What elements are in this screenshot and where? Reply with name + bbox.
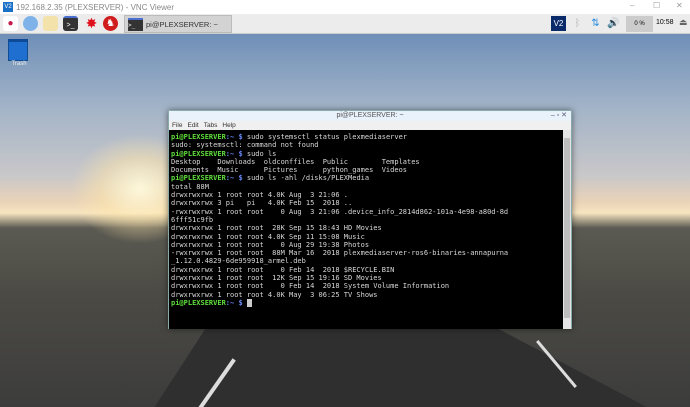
prompt-dir: :~ $ [225,133,243,141]
prompt-dir: :~ $ [225,174,243,183]
volume-icon[interactable]: 🔊 [606,16,621,31]
terminal-output-line: -rwxrwxrwx 1 root root 0 Aug 3 21:06 .de… [171,208,562,216]
terminal-command-line: pi@PLEXSERVER:~ $ sudo ls [171,150,562,158]
line-text: Desktop Downloads oldconffiles Public Te… [171,157,420,166]
terminal-output-line: drwxrwxrwx 3 pi pi 4.0K Feb 15 2018 .. [171,199,562,207]
terminal-scrollbar[interactable] [563,130,571,329]
line-text: sudo ls [242,149,277,158]
terminal-window-controls[interactable]: – ▫ ✕ [551,111,567,121]
terminal-menu-bar: File Edit Tabs Help [169,121,571,130]
line-text: -rwxrwxrwx 1 root root 88M Mar 16 2018 p… [171,249,509,258]
trash-icon [8,39,28,61]
line-text: drwxrwxrwx 1 root root 0 Aug 29 19:38 Ph… [171,240,370,249]
line-text: sudo ls -ahl /disks/PLEXMedia [242,174,370,183]
terminal-icon[interactable]: >_ [63,16,78,31]
line-text: drwxrwxrwx 1 root root 28K Sep 15 18:43 … [171,224,382,233]
close-button[interactable]: ✕ [676,1,683,10]
line-text: Documents Music Pictures python_games Vi… [171,166,408,175]
terminal-output-line: drwxrwxrwx 1 root root 0 Feb 14 2018 $RE… [171,266,562,274]
prompt-user: pi@PLEXSERVER [171,298,226,307]
file-manager-icon[interactable] [43,16,58,31]
task-terminal-button[interactable]: >_ pi@PLEXSERVER: ~ [124,15,232,33]
terminal-output-line: drwxrwxrwx 1 root root 4.0K May 3 06:25 … [171,291,562,299]
maximize-button[interactable]: ☐ [653,1,660,10]
minimize-button[interactable]: – [630,1,634,10]
terminal-command-line: pi@PLEXSERVER:~ $ [171,298,562,307]
line-text: drwxrwxrwx 1 root root 4.0K May 3 06:25 … [171,290,378,299]
terminal-title-bar[interactable]: pi@PLEXSERVER: ~ – ▫ ✕ [169,111,571,121]
terminal-output[interactable]: pi@PLEXSERVER:~ $ sudo systemsctl status… [169,130,564,329]
terminal-output-line: _1.12.0.4829-6de959918_armel.deb [171,257,562,265]
terminal-output-line: Desktop Downloads oldconffiles Public Te… [171,158,562,166]
mathematica-icon[interactable]: ✸ [84,16,99,31]
line-text: drwxrwxrwx 1 root root 0 Feb 14 2018 Sys… [171,282,450,291]
line-text: total 88M [171,182,209,191]
terminal-output-line: drwxrwxrwx 1 root root 28K Sep 15 18:43 … [171,224,562,232]
line-text: sudo: systemsctl: command not found [171,141,319,150]
prompt-user: pi@PLEXSERVER [171,149,226,158]
terminal-title: pi@PLEXSERVER: ~ [336,112,404,119]
wolfram-icon[interactable]: ♞ [103,16,118,31]
line-text: drwxrwxrwx 1 root root 4.0K Sep 11 15:08… [171,232,365,241]
terminal-output-line: sudo: systemsctl: command not found [171,141,562,149]
clock[interactable]: 10:58 [656,19,674,26]
prompt-dir: :~ $ [225,298,243,307]
prompt-user: pi@PLEXSERVER [171,133,226,141]
vnc-logo-icon: V2 [3,2,13,12]
menu-edit[interactable]: Edit [187,121,198,130]
terminal-icon: >_ [128,17,143,31]
terminal-output-line: drwxrwxrwx 1 root root 4.0K Sep 11 15:08… [171,233,562,241]
line-text: -rwxrwxrwx 1 root root 0 Aug 3 21:06 .de… [171,207,509,216]
line-text: drwxrwxrwx 1 root root 4.0K Aug 3 21:06 … [171,191,349,200]
menu-tabs[interactable]: Tabs [204,121,218,130]
vnc-title-bar: V2 192.168.2.35 (PLEXSERVER) - VNC Viewe… [0,0,690,14]
line-text: _1.12.0.4829-6de959918_armel.deb [171,257,306,266]
line-text: sudo systemsctl status plexmediaserver [242,133,408,141]
line-text: drwxrwxrwx 1 root root 0 Feb 14 2018 $RE… [171,265,395,274]
bluetooth-icon[interactable]: ᛒ [570,16,585,31]
raspberry-menu-icon[interactable]: ● [3,16,18,31]
vnc-server-icon[interactable]: V2 [551,16,566,31]
terminal-window[interactable]: pi@PLEXSERVER: ~ – ▫ ✕ File Edit Tabs He… [168,110,572,329]
network-icon[interactable]: ⇅ [588,16,603,31]
task-label: pi@PLEXSERVER: ~ [146,19,218,29]
window-title: 192.168.2.35 (PLEXSERVER) - VNC Viewer [16,2,175,12]
terminal-command-line: pi@PLEXSERVER:~ $ sudo ls -ahl /disks/PL… [171,174,562,182]
terminal-output-line: total 88M [171,183,562,191]
terminal-output-line: Documents Music Pictures python_games Vi… [171,166,562,174]
menu-help[interactable]: Help [222,121,235,130]
terminal-output-line: drwxrwxrwx 1 root root 4.0K Aug 3 21:06 … [171,191,562,199]
line-text: 6fff51c9fb [171,215,214,224]
terminal-output-line: 6fff51c9fb [171,216,562,224]
terminal-output-line: drwxrwxrwx 1 root root 12K Sep 15 19:16 … [171,274,562,282]
terminal-command-line: pi@PLEXSERVER:~ $ sudo systemsctl status… [171,133,562,141]
terminal-output-line: -rwxrwxrwx 1 root root 88M Mar 16 2018 p… [171,249,562,257]
prompt-user: pi@PLEXSERVER [171,174,226,183]
trash-desktop-icon[interactable]: Trash [8,39,30,67]
line-text: drwxrwxrwx 1 root root 12K Sep 15 19:16 … [171,274,382,283]
cpu-monitor: 0 % [626,16,653,32]
line-text: drwxrwxrwx 3 pi pi 4.0K Feb 15 2018 .. [171,199,353,208]
scrollbar-thumb[interactable] [564,138,570,318]
taskbar: ● >_ ✸ ♞ >_ pi@PLEXSERVER: ~ V2 ᛒ ⇅ 🔊 0 … [0,14,690,34]
menu-file[interactable]: File [172,121,182,130]
text-cursor [246,298,252,307]
terminal-output-line: drwxrwxrwx 1 root root 0 Feb 14 2018 Sys… [171,282,562,290]
web-browser-icon[interactable] [23,16,38,31]
prompt-dir: :~ $ [225,149,243,158]
eject-icon[interactable]: ⏏ [679,17,688,28]
terminal-output-line: drwxrwxrwx 1 root root 0 Aug 29 19:38 Ph… [171,241,562,249]
trash-label: Trash [11,61,27,67]
